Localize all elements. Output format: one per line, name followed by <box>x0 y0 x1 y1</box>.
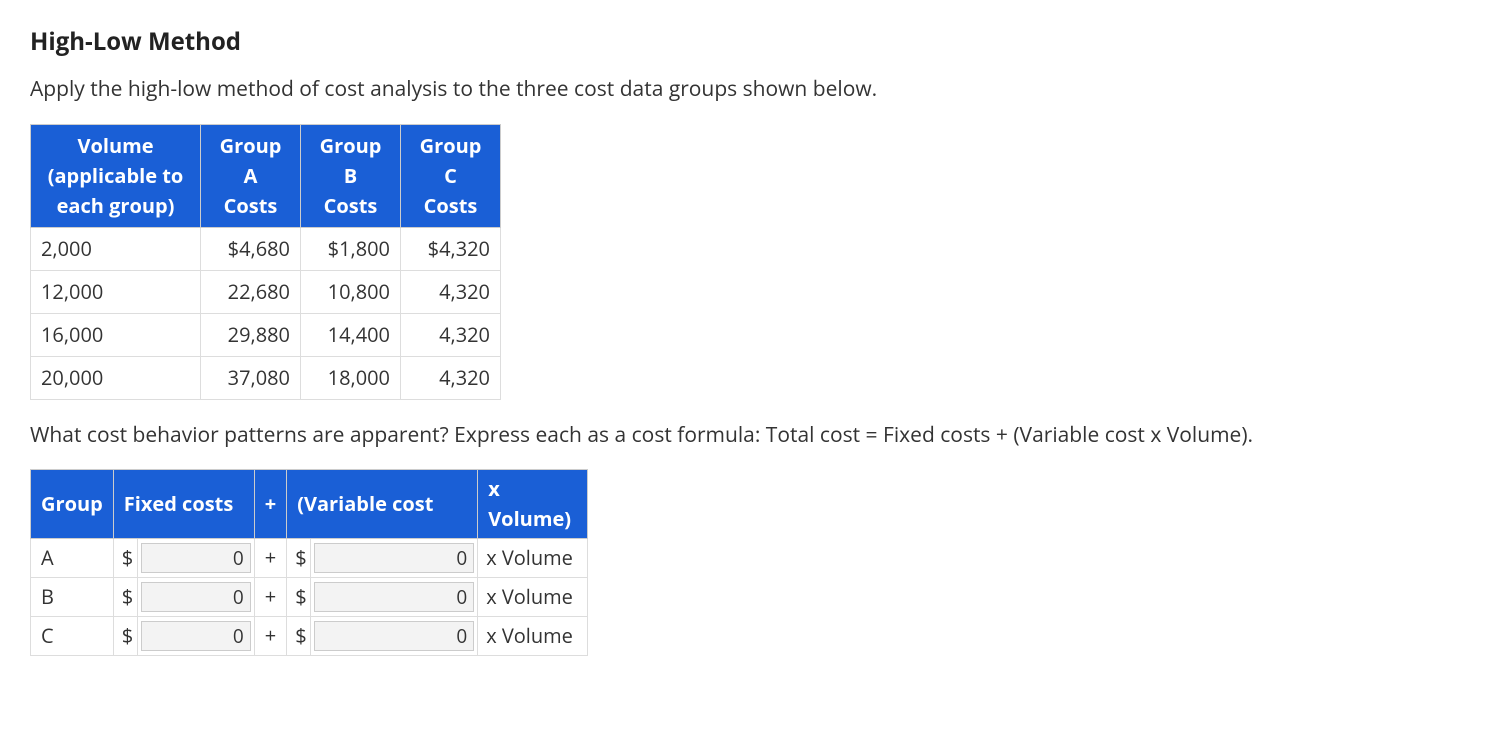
cell-group-b: 14,400 <box>301 313 401 356</box>
formula-table: Group Fixed costs + (Variable cost x Vol… <box>30 469 588 656</box>
page-title: High-Low Method <box>30 24 1456 60</box>
header-group: Group <box>31 470 114 539</box>
dollar-sign: $ <box>287 617 311 656</box>
cell-group-a: 29,880 <box>201 313 301 356</box>
header-plus: + <box>254 470 286 539</box>
dollar-sign: $ <box>287 578 311 617</box>
cell-volume: 16,000 <box>31 313 201 356</box>
cell-group-a: 22,680 <box>201 270 301 313</box>
header-group-b-line1: Group B <box>320 132 382 189</box>
header-group-c: Group C Costs <box>401 124 501 227</box>
cell-volume: 20,000 <box>31 356 201 399</box>
cell-volume: 12,000 <box>31 270 201 313</box>
header-x-volume: x Volume) <box>478 470 588 539</box>
variable-cost-input-c[interactable] <box>314 621 474 651</box>
header-volume: Volume (applicable to each group) <box>31 124 201 227</box>
cell-group-c: 4,320 <box>401 313 501 356</box>
header-group-c-line1: Group C <box>420 132 482 189</box>
table-row: 16,000 29,880 14,400 4,320 <box>31 313 501 356</box>
dollar-sign: $ <box>113 617 137 656</box>
header-volume-line2: (applicable to <box>48 162 184 189</box>
header-fixed-costs: Fixed costs <box>113 470 254 539</box>
fixed-cost-input-a[interactable] <box>141 543 251 573</box>
header-group-a-line1: Group A <box>220 132 282 189</box>
header-volume-line3: each group) <box>57 192 175 219</box>
formula-row: A $ + $ x Volume <box>31 539 588 578</box>
table-row: 2,000 $4,680 $1,800 $4,320 <box>31 227 501 270</box>
question-text: What cost behavior patterns are apparent… <box>30 420 1456 452</box>
fixed-cost-input-b[interactable] <box>141 582 251 612</box>
cell-group-a: $4,680 <box>201 227 301 270</box>
header-group-c-line2: Costs <box>424 192 478 219</box>
header-variable-cost: (Variable cost <box>287 470 478 539</box>
intro-text: Apply the high-low method of cost analys… <box>30 74 1456 106</box>
cell-group-c: $4,320 <box>401 227 501 270</box>
cell-group-a: 37,080 <box>201 356 301 399</box>
formula-group-label: C <box>31 617 114 656</box>
header-volume-line1: Volume <box>77 132 153 159</box>
x-volume-label: x Volume <box>478 617 588 656</box>
table-row: 20,000 37,080 18,000 4,320 <box>31 356 501 399</box>
fixed-cost-input-c[interactable] <box>141 621 251 651</box>
dollar-sign: $ <box>287 539 311 578</box>
dollar-sign: $ <box>113 539 137 578</box>
variable-cost-input-b[interactable] <box>314 582 474 612</box>
header-group-b: Group B Costs <box>301 124 401 227</box>
formula-row: B $ + $ x Volume <box>31 578 588 617</box>
formula-group-label: B <box>31 578 114 617</box>
dollar-sign: $ <box>113 578 137 617</box>
cell-volume: 2,000 <box>31 227 201 270</box>
header-group-a: Group A Costs <box>201 124 301 227</box>
cell-group-b: 18,000 <box>301 356 401 399</box>
x-volume-label: x Volume <box>478 578 588 617</box>
cell-group-b: $1,800 <box>301 227 401 270</box>
cell-group-c: 4,320 <box>401 356 501 399</box>
plus-sign: + <box>254 578 286 617</box>
cell-group-c: 4,320 <box>401 270 501 313</box>
variable-cost-input-a[interactable] <box>314 543 474 573</box>
header-group-b-line2: Costs <box>324 192 378 219</box>
cost-data-table: Volume (applicable to each group) Group … <box>30 124 501 400</box>
formula-row: C $ + $ x Volume <box>31 617 588 656</box>
table-row: 12,000 22,680 10,800 4,320 <box>31 270 501 313</box>
formula-group-label: A <box>31 539 114 578</box>
header-group-a-line2: Costs <box>224 192 278 219</box>
plus-sign: + <box>254 617 286 656</box>
x-volume-label: x Volume <box>478 539 588 578</box>
cell-group-b: 10,800 <box>301 270 401 313</box>
plus-sign: + <box>254 539 286 578</box>
